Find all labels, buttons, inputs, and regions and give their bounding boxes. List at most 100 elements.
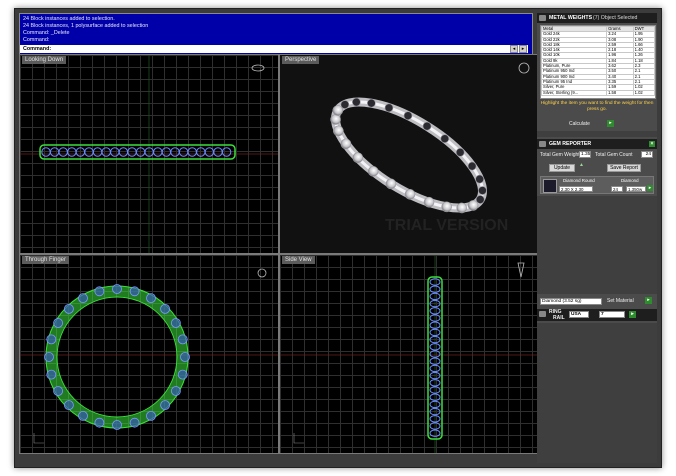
gem-size: 2.30 X 2.30	[559, 186, 593, 192]
gem-outline	[84, 147, 94, 157]
gem-reporter-header: GEM REPORTER ×	[537, 139, 657, 149]
gem-outline	[170, 318, 181, 328]
gem-outline	[46, 334, 57, 345]
command-input[interactable]: Command:	[20, 45, 528, 53]
metal-weights-table: Metal Grams DWT Gold 24k 3.24 1.95 Gold 22…	[540, 25, 656, 99]
viewport-label: Perspective	[282, 56, 320, 64]
gem-outline	[146, 410, 156, 421]
gem-outline	[160, 304, 171, 314]
gem-outline	[53, 386, 63, 396]
gem-go-button[interactable]: ▸	[647, 185, 653, 191]
panel-empty-area	[537, 196, 657, 294]
app-window: 24 Block instances added to selection. 2…	[14, 8, 662, 468]
gem-outline	[118, 147, 129, 157]
total-gem-weight-value: 1.35	[579, 151, 591, 158]
gem-outline	[64, 400, 74, 411]
gem-outline	[78, 293, 88, 303]
gem-outline	[101, 147, 111, 157]
gem-outline	[129, 417, 140, 428]
gem-outline	[153, 147, 163, 157]
rail-label: RAIL	[553, 315, 565, 321]
metal-weights-title: METAL WEIGHTS	[549, 15, 593, 21]
gem-outline	[187, 147, 197, 157]
gem-icon	[539, 141, 546, 147]
total-gem-count-value: 24	[641, 151, 653, 158]
side-panel: METAL WEIGHTS (7) Object Selected Metal …	[537, 13, 657, 463]
gem-outline	[110, 147, 120, 157]
gem-outline	[196, 147, 206, 157]
gem-outline	[67, 147, 77, 157]
watermark-text: TRIAL VERSION	[385, 217, 508, 234]
command-history: 24 Block instances added to selection. 2…	[19, 13, 533, 55]
gem-reporter-title: GEM REPORTER	[549, 141, 592, 147]
set-material-label: Set Material	[607, 298, 634, 304]
table-row[interactable]: Silver, Sterling (9... 1.58 1.02	[541, 89, 655, 96]
gem-outline	[112, 284, 122, 294]
command-line: Command:	[23, 37, 50, 43]
gem-outline	[178, 147, 189, 157]
gem-outline	[135, 147, 146, 157]
ring-rail-go-button[interactable]: ▸	[629, 311, 636, 318]
gem-outline	[127, 147, 137, 157]
update-button[interactable]: Update	[549, 164, 575, 172]
scale-icon	[539, 15, 546, 21]
gem-outline	[213, 147, 223, 157]
calculate-label: Calculate	[569, 121, 590, 127]
ring-size-select[interactable]: 7	[599, 311, 625, 318]
panel-separator	[537, 131, 657, 137]
metal-weights-header: METAL WEIGHTS (7) Object Selected	[537, 13, 657, 23]
gem-outline	[170, 147, 180, 157]
command-line: 24 Block instances, 1 polysurface added …	[23, 23, 149, 29]
scroll-right-icon[interactable]: ▸	[519, 45, 527, 53]
ring-rail-header: RING RAIL USA 7 ▸	[537, 309, 657, 321]
save-report-button[interactable]: Save Report	[607, 164, 641, 172]
gem-type: Diamond	[621, 178, 639, 183]
gem-outline	[94, 417, 105, 428]
viewport-label: Side View	[282, 256, 315, 264]
gem-outline	[170, 386, 181, 396]
gem-outline	[64, 304, 74, 314]
viewport-label: Looking Down	[22, 56, 67, 64]
viewport-perspective[interactable]: TRIAL VERSION Perspective	[279, 54, 539, 254]
gem-name: Diamond Round	[563, 178, 595, 183]
gem-outline	[75, 147, 86, 157]
gem-outline	[78, 410, 88, 421]
ring-icon	[539, 311, 546, 317]
material-select[interactable]: Diamond (3.52 sg)	[540, 298, 602, 305]
gem-outline	[44, 352, 54, 362]
gem-count: 24	[611, 186, 623, 192]
viewport-through-finger[interactable]: Through Finger	[19, 254, 279, 454]
viewport-side-view[interactable]: Side View	[279, 254, 539, 454]
gem-outline	[92, 147, 103, 157]
gem-thumbnail	[543, 179, 557, 193]
gem-outline	[41, 147, 51, 157]
total-gem-weight-label: Total Gem Weight	[540, 152, 580, 158]
command-line: 24 Block instances added to selection.	[23, 16, 115, 22]
gem-outline	[204, 147, 215, 157]
selection-status: (7) Object Selected	[593, 15, 638, 21]
gem-outline	[49, 147, 60, 157]
set-material-button[interactable]: ▸	[645, 297, 652, 304]
gem-outline	[46, 369, 57, 380]
metal-weights-hint: Highlight the item you want to find the …	[540, 101, 654, 112]
panel-bottom-area	[537, 323, 657, 463]
gem-outline	[161, 147, 172, 157]
gem-outline	[53, 318, 63, 328]
gem-outline	[146, 293, 156, 303]
gem-outline	[129, 286, 140, 297]
gem-outline	[94, 286, 105, 297]
arrow-up-icon: ▲	[579, 162, 584, 168]
gem-list-item[interactable]: Diamond Round Diamond 2.30 X 2.30 24 1.3…	[540, 176, 654, 194]
gem-outline	[221, 147, 232, 157]
calculate-button[interactable]: ▸	[607, 120, 614, 127]
gem-outline	[180, 352, 190, 362]
viewport-label: Through Finger	[22, 256, 70, 264]
ring-size-standard-select[interactable]: USA	[569, 311, 589, 318]
command-prompt: Command:	[23, 46, 52, 52]
command-line: Command: _Delete	[23, 30, 70, 36]
viewport-looking-down[interactable]: Looking Down	[19, 54, 279, 254]
gem-outline	[177, 369, 188, 380]
scroll-left-icon[interactable]: ◂	[510, 45, 518, 53]
close-icon[interactable]: ×	[649, 141, 655, 147]
gem-outline	[58, 147, 68, 157]
